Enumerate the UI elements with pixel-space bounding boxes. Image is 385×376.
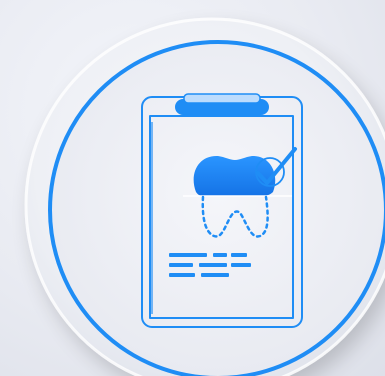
scene-svg <box>24 17 385 376</box>
dental-icon-scene <box>0 0 385 376</box>
